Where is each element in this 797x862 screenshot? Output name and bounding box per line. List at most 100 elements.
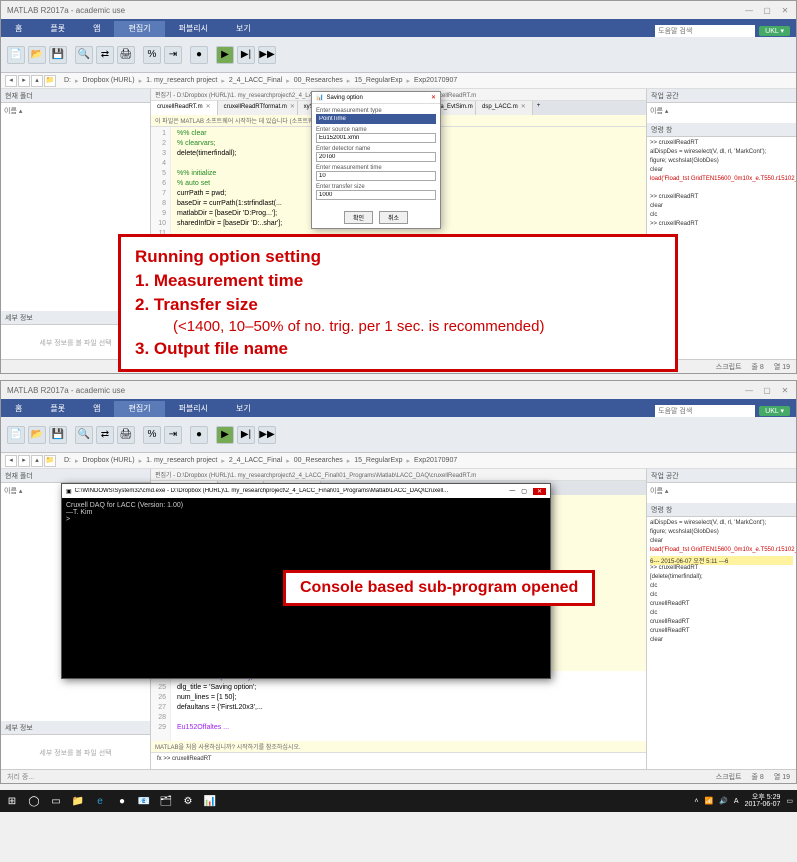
nav-up-icon[interactable]: ▴ — [31, 455, 43, 467]
minimize-icon[interactable]: — — [744, 6, 754, 15]
find-icon[interactable]: 🔍 — [75, 426, 93, 444]
taskview-icon[interactable]: ▭ — [48, 793, 64, 809]
nav-back-icon[interactable]: ◂ — [5, 455, 17, 467]
dialog-ok-button[interactable]: 확인 — [344, 211, 373, 224]
nav-fwd-icon[interactable]: ▸ — [18, 455, 30, 467]
ribbon-tab-home[interactable]: 홈 — [1, 401, 36, 417]
close-icon[interactable]: ✕ — [780, 6, 790, 15]
dialog-field-input[interactable] — [316, 114, 436, 124]
workspace-col-header[interactable]: 이름 ▴ — [650, 106, 793, 116]
bc-4[interactable]: 00_Researches — [292, 77, 345, 84]
mail-icon[interactable]: 📧 — [136, 793, 152, 809]
new-file-icon[interactable]: 📄 — [7, 46, 25, 64]
ribbon-tab-app[interactable]: 앱 — [79, 401, 114, 417]
tab-close-icon[interactable]: ✕ — [206, 104, 211, 110]
minimize-icon[interactable]: — — [744, 386, 754, 395]
dialog-close-icon[interactable]: ✕ — [431, 94, 436, 101]
run-section-icon[interactable]: ▶| — [237, 46, 255, 64]
new-file-icon[interactable]: 📄 — [7, 426, 25, 444]
save-icon[interactable]: 💾 — [49, 46, 67, 64]
editor-tab-1[interactable]: cruxellReadRTformat.m✕ — [218, 101, 298, 115]
ribbon-tab-editor[interactable]: 편집기 — [114, 21, 164, 37]
nav-fwd-icon[interactable]: ▸ — [18, 75, 30, 87]
open-file-icon[interactable]: 📂 — [28, 46, 46, 64]
search-input[interactable] — [655, 405, 755, 417]
dialog-field-input[interactable] — [316, 190, 436, 200]
open-file-icon[interactable]: 📂 — [28, 426, 46, 444]
run-icon[interactable]: ▶ — [216, 426, 234, 444]
indent-icon[interactable]: ⇥ — [164, 46, 182, 64]
matlab-taskbar-icon[interactable]: 📊 — [202, 793, 218, 809]
bc-6[interactable]: Exp20170907 — [412, 77, 459, 84]
bc-root[interactable]: D: — [62, 77, 73, 84]
user-badge[interactable]: UKL ▾ — [759, 26, 790, 36]
search-input[interactable] — [655, 25, 755, 37]
folder-icon[interactable]: 📁 — [44, 455, 56, 467]
cmd-prompt[interactable]: fx >> cruxellReadRT — [157, 756, 212, 762]
ribbon-tab-publish[interactable]: 퍼블리시 — [165, 21, 222, 37]
compare-icon[interactable]: ⇄ — [96, 426, 114, 444]
edge-icon[interactable]: e — [92, 793, 108, 809]
user-badge[interactable]: UKL ▾ — [759, 406, 790, 416]
cortana-icon[interactable]: ◯ — [26, 793, 42, 809]
bc-3[interactable]: 2_4_LACC_Final — [227, 77, 284, 84]
bc-1[interactable]: Dropbox (HURL) — [81, 77, 137, 84]
editor-tab-5[interactable]: dsp_LACC.m✕ — [476, 101, 533, 115]
bc-2[interactable]: 1. my_research project — [144, 77, 219, 84]
print-icon[interactable]: 🖨 — [117, 46, 135, 64]
editor-tab-0[interactable]: cruxellReadRT.m✕ — [151, 101, 218, 115]
dialog-field-input[interactable] — [316, 171, 436, 181]
dialog-field-input[interactable] — [316, 133, 436, 143]
ribbon-tab-home[interactable]: 홈 — [1, 21, 36, 37]
tray-expand-icon[interactable]: ˄ — [694, 798, 698, 805]
tray-time[interactable]: 오후 5:29 — [745, 794, 781, 801]
ribbon-tab-view[interactable]: 보기 — [222, 401, 265, 417]
comment-icon[interactable]: % — [143, 46, 161, 64]
ribbon-tab-view[interactable]: 보기 — [222, 21, 265, 37]
run-icon[interactable]: ▶ — [216, 46, 234, 64]
dialog-field-input[interactable] — [316, 152, 436, 162]
maximize-icon[interactable]: ▢ — [762, 6, 772, 15]
folder-icon[interactable]: 📁 — [44, 75, 56, 87]
tray-ime-icon[interactable]: A — [734, 798, 739, 805]
print-icon[interactable]: 🖨 — [117, 426, 135, 444]
console-close-icon[interactable]: ✕ — [533, 488, 546, 495]
code-editor-bottom[interactable]: 242526272829 'Enter transport size'};dlg… — [151, 671, 646, 741]
console-max-icon[interactable]: ▢ — [521, 488, 527, 495]
run-advance-icon[interactable]: ▶▶ — [258, 46, 276, 64]
settings-icon[interactable]: ⚙ — [180, 793, 196, 809]
nav-up-icon[interactable]: ▴ — [31, 75, 43, 87]
run-section-icon[interactable]: ▶| — [237, 426, 255, 444]
find-icon[interactable]: 🔍 — [75, 46, 93, 64]
maximize-icon[interactable]: ▢ — [762, 386, 772, 395]
tray-network-icon[interactable]: 📶 — [704, 797, 713, 805]
breakpoint-icon[interactable]: ● — [190, 46, 208, 64]
close-icon[interactable]: ✕ — [780, 386, 790, 395]
indent-icon[interactable]: ⇥ — [164, 426, 182, 444]
start-icon[interactable]: ⊞ — [4, 793, 20, 809]
compare-icon[interactable]: ⇄ — [96, 46, 114, 64]
chrome-icon[interactable]: ● — [114, 793, 130, 809]
ribbon-tab-app[interactable]: 앱 — [79, 21, 114, 37]
ribbon-tab-plot[interactable]: 플롯 — [36, 401, 79, 417]
annotation-title: Running option setting — [135, 245, 661, 269]
breakpoint-icon[interactable]: ● — [190, 426, 208, 444]
ribbon-tab-editor[interactable]: 편집기 — [114, 401, 164, 417]
tray-date[interactable]: 2017-06-07 — [745, 801, 781, 808]
command-window[interactable]: alDispDes = wireselect(V, dl, rl, 'MarkC… — [647, 517, 796, 769]
app-icon[interactable]: 🗂 — [158, 793, 174, 809]
nav-back-icon[interactable]: ◂ — [5, 75, 17, 87]
tray-notifications-icon[interactable]: ▭ — [786, 797, 793, 805]
ribbon-tab-plot[interactable]: 플롯 — [36, 21, 79, 37]
explorer-icon[interactable]: 📁 — [70, 793, 86, 809]
tab-add-icon[interactable]: + — [533, 101, 545, 115]
console-min-icon[interactable]: — — [509, 488, 515, 495]
dialog-cancel-button[interactable]: 취소 — [379, 211, 408, 224]
run-advance-icon[interactable]: ▶▶ — [258, 426, 276, 444]
bc-5[interactable]: 15_RegularExp — [352, 77, 404, 84]
save-icon[interactable]: 💾 — [49, 426, 67, 444]
tray-volume-icon[interactable]: 🔊 — [719, 797, 728, 805]
folder-col-header[interactable]: 이름 ▴ — [4, 106, 147, 116]
ribbon-tab-publish[interactable]: 퍼블리시 — [165, 401, 222, 417]
comment-icon[interactable]: % — [143, 426, 161, 444]
